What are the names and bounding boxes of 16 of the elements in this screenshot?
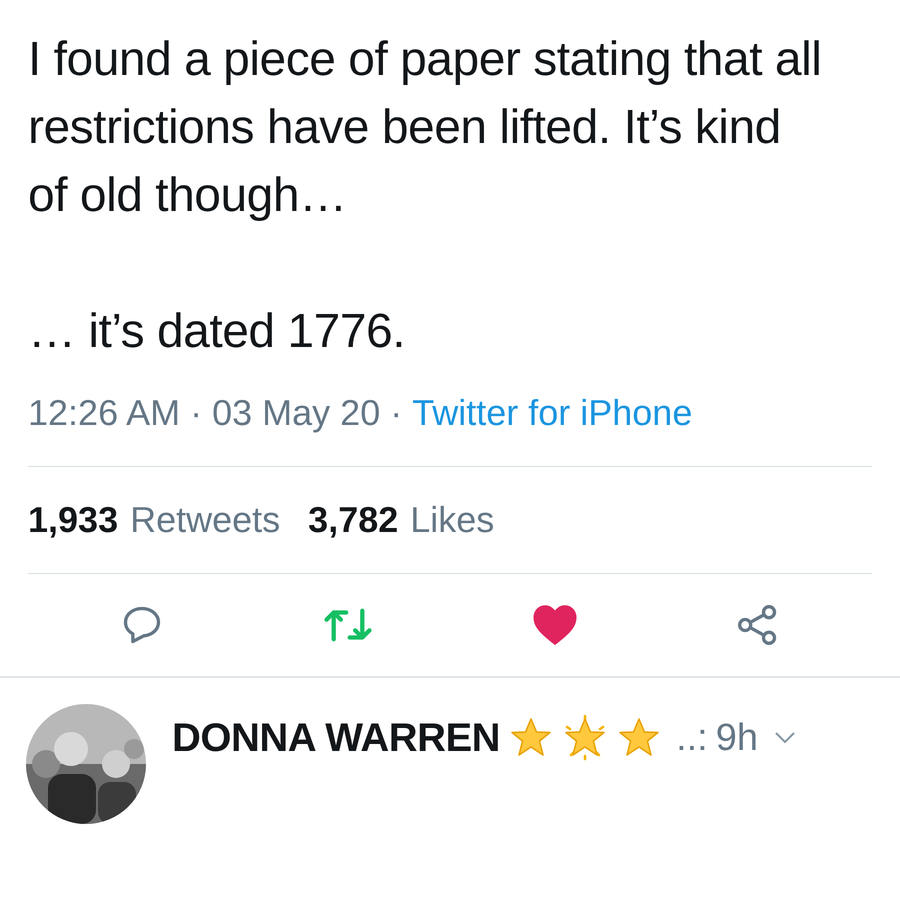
stat-label: Likes bbox=[410, 498, 494, 542]
stat-count: 3,782 bbox=[308, 498, 398, 542]
source-link[interactable]: Twitter for iPhone bbox=[412, 386, 692, 440]
heart-icon[interactable] bbox=[532, 604, 577, 646]
tweet-date: 03 May 20 bbox=[212, 391, 380, 435]
separator: · bbox=[190, 391, 202, 435]
separator: · bbox=[390, 391, 402, 435]
author-handle: ..: bbox=[676, 716, 708, 760]
tweet-text: I found a piece of paper stating that all restrictions have been lifted. It’s kind of old though… bbox=[28, 32, 822, 224]
reply-time: 9h bbox=[716, 716, 758, 760]
tweet-text: … it’s dated 1776. bbox=[28, 304, 406, 360]
author-name: DONNA WARREN bbox=[172, 715, 500, 762]
tweet-time: 12:26 AM bbox=[28, 391, 180, 435]
stat-count: 1,933 bbox=[28, 498, 118, 542]
stat-label: Retweets bbox=[130, 498, 280, 542]
chevron-down-icon[interactable] bbox=[774, 731, 796, 745]
